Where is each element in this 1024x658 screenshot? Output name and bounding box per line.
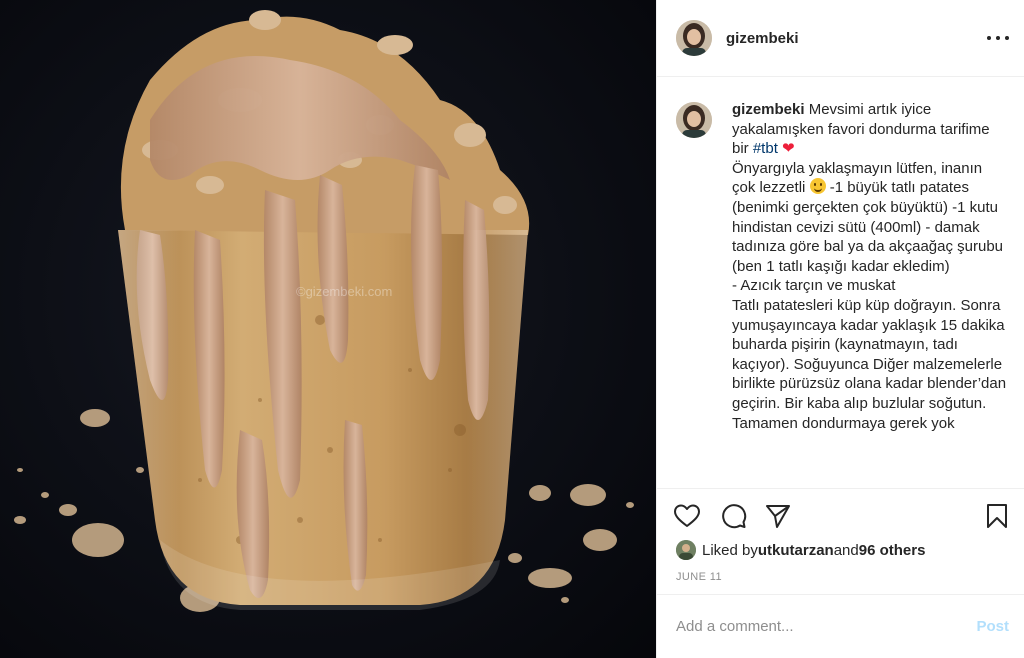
author-username[interactable]: gizembeki [726,30,799,47]
likes-middle: and [833,541,859,559]
post-comment-button[interactable]: Post [976,618,1009,635]
caption-username[interactable]: gizembeki [732,101,805,118]
post-photo[interactable]: ©gizembeki.com [0,0,656,658]
post-date[interactable]: JUNE 11 [676,571,722,583]
post-actions: Liked by utkutarzan and 96 others JUNE 1… [657,488,1024,590]
likes-summary: Liked by utkutarzan and 96 others [676,540,925,560]
bookmark-icon[interactable] [983,502,1011,530]
ice-cream-glass-image: ©gizembeki.com [0,0,656,658]
liker-username[interactable]: utkutarzan [758,542,834,559]
caption-area: gizembeki Mevsimi artık iyice yakalamışk… [657,78,1024,488]
caption-line-3: - Azıcık tarçın ve muskat [732,277,896,295]
caption-line-4: Tatlı patatesleri küp küp doğrayın. Sonr… [732,296,1007,412]
speech-bubble-icon[interactable] [719,502,747,530]
smiling-face-emoji [809,178,826,195]
red-heart-emoji: ❤ [782,140,795,158]
photo-watermark: ©gizembeki.com [296,284,392,299]
heart-outline-icon[interactable] [673,502,701,530]
hashtag-link[interactable]: #tbt [753,140,778,157]
caption-line-5: Tamamen dondurmaya gerek yok [732,414,955,432]
liker-avatar[interactable] [676,540,696,560]
more-options-icon[interactable] [987,27,1009,49]
caption-text: gizembeki Mevsimi artık iyice yakalamışk… [732,100,1009,433]
likes-prefix: Liked by [702,541,758,559]
comment-bar: Post [657,594,1024,658]
post-side-panel: gizembeki gizembeki Mevsimi artık iyice … [656,0,1024,658]
caption-author-avatar[interactable] [676,102,712,138]
comment-input[interactable] [676,618,977,635]
author-avatar[interactable] [676,20,712,56]
likes-others-link[interactable]: 96 others [859,542,926,559]
caption-comment: gizembeki Mevsimi artık iyice yakalamışk… [676,100,1009,433]
paper-plane-icon[interactable] [764,502,792,530]
post-header: gizembeki [657,0,1024,77]
